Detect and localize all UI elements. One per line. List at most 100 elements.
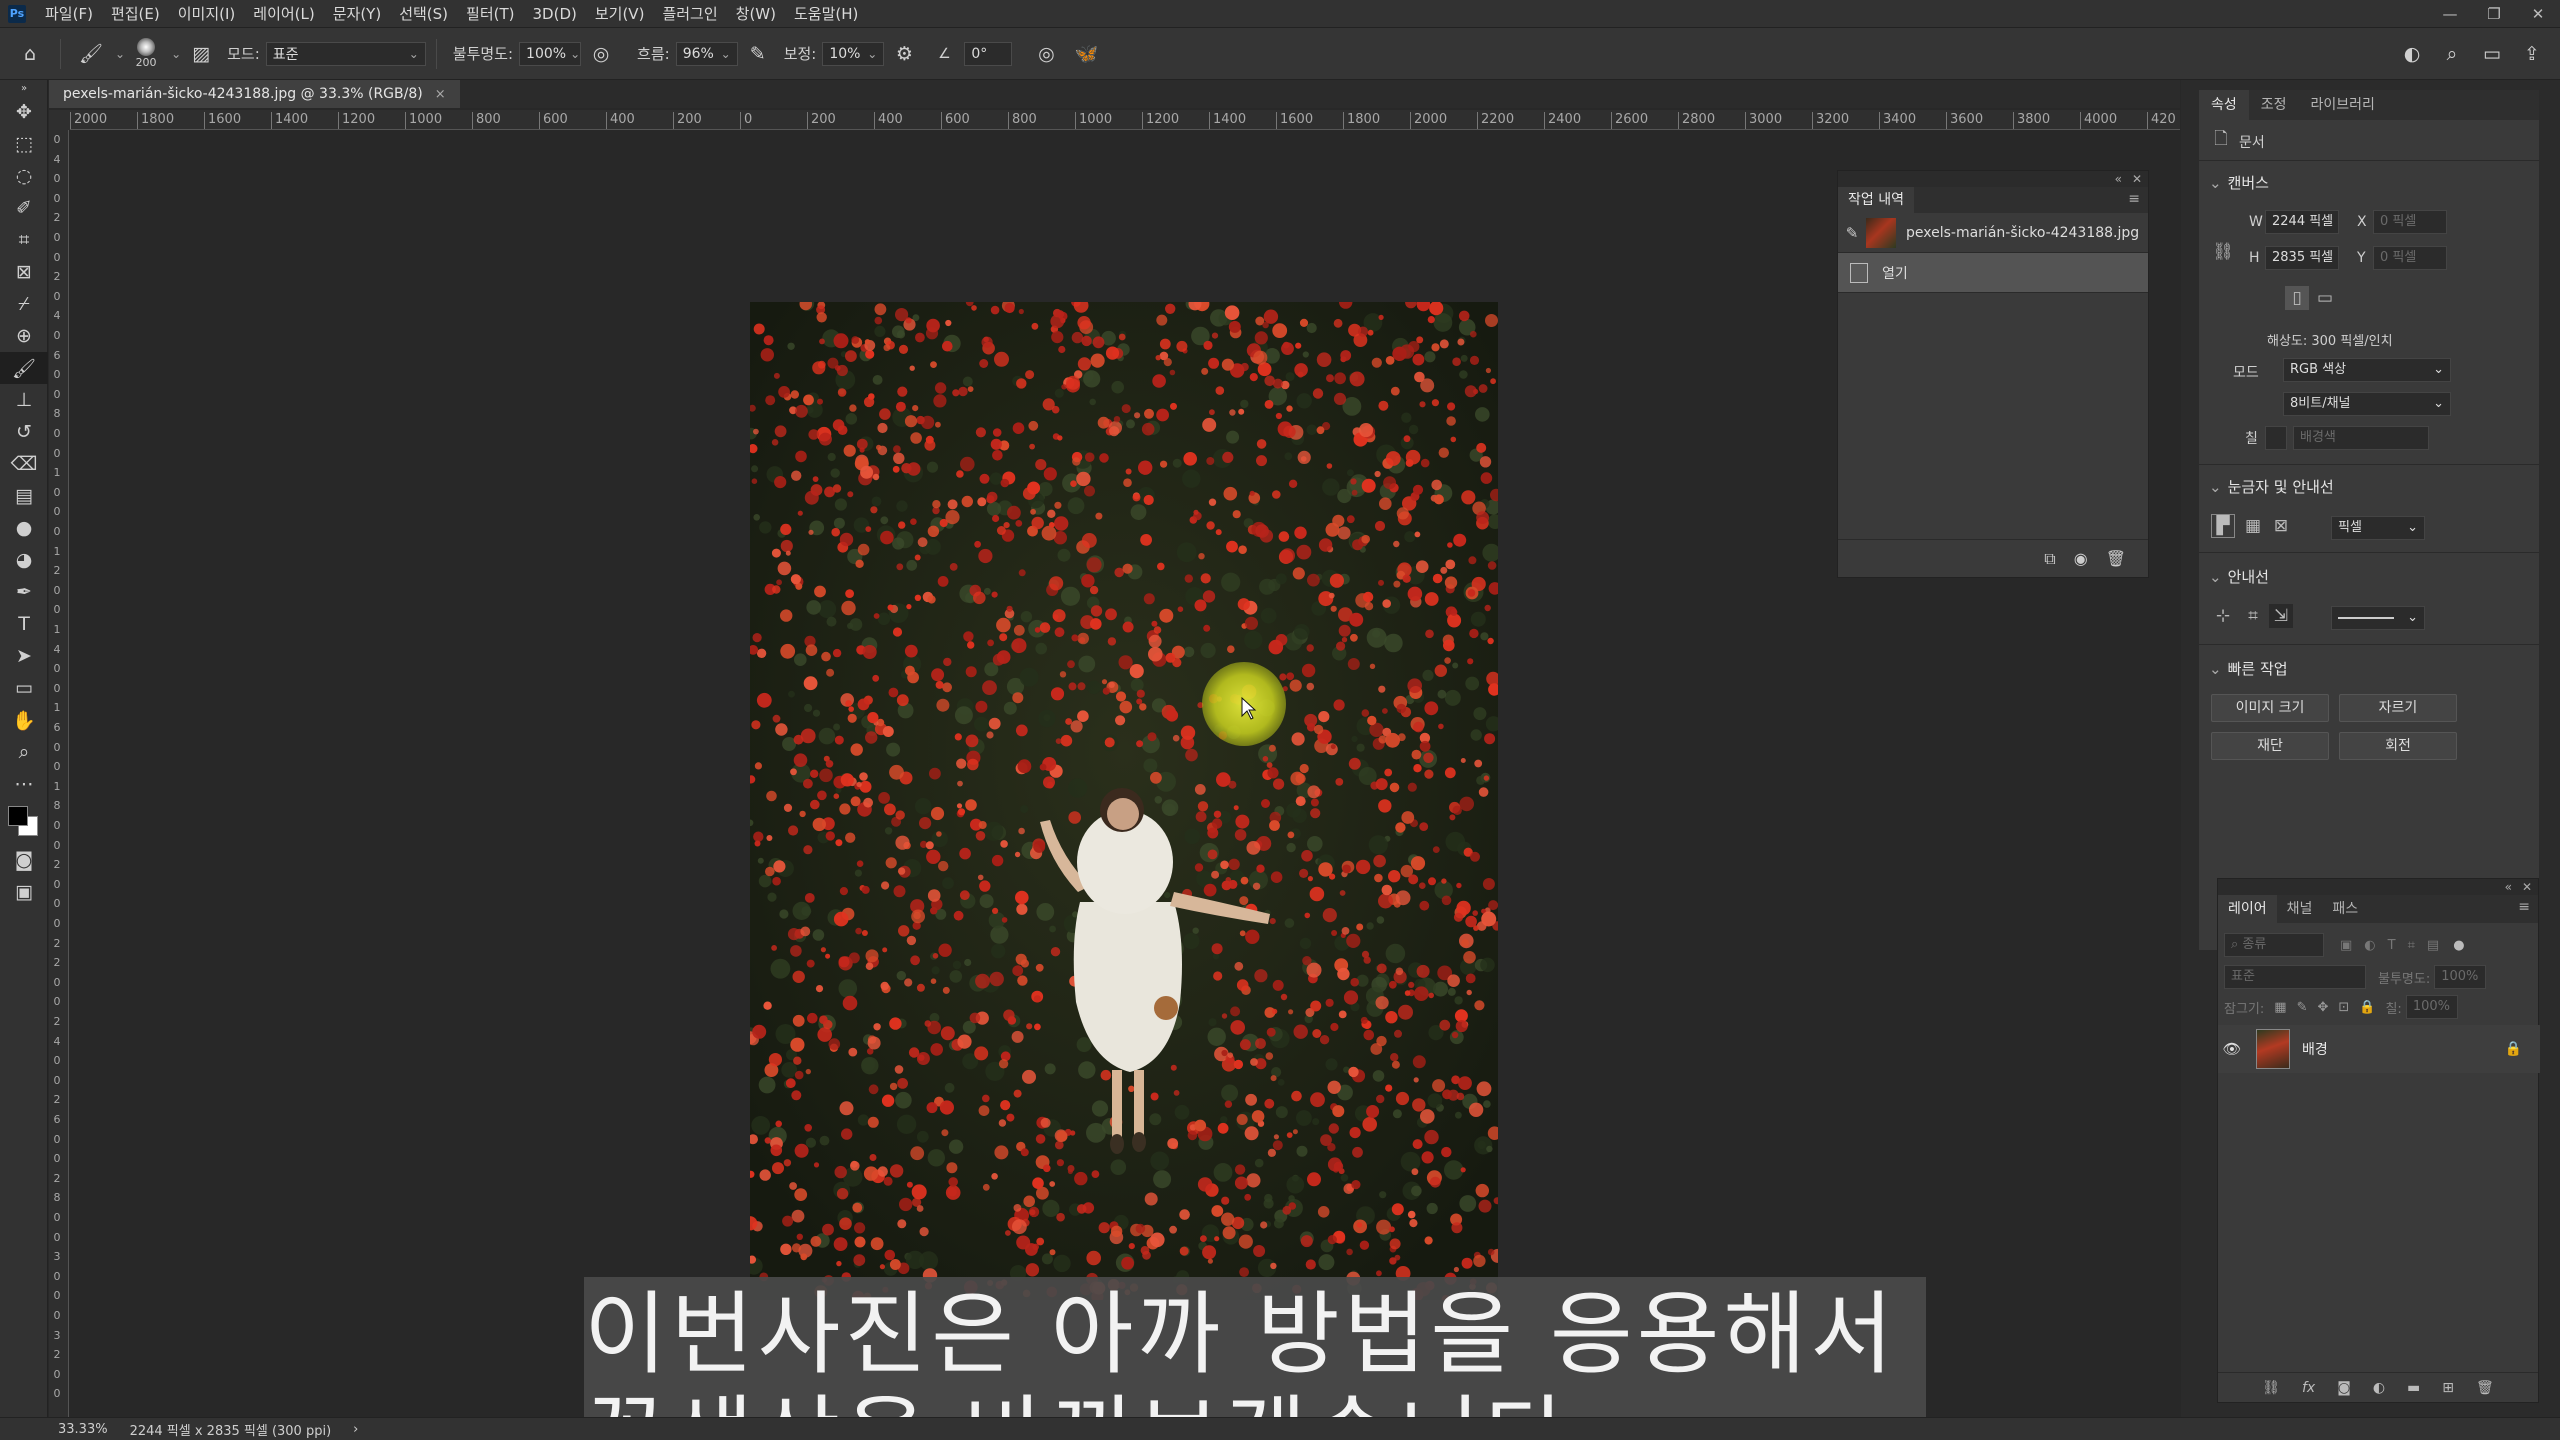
smoothing-input[interactable]: 10% ⌄: [822, 41, 885, 66]
layer-fill-input[interactable]: 100%: [2405, 995, 2458, 1019]
restore-button[interactable]: ❐: [2472, 0, 2516, 28]
pressure-size-icon[interactable]: ◎: [1032, 40, 1060, 68]
zoom-level[interactable]: 33.33%: [58, 1422, 108, 1437]
new-document-from-state-icon[interactable]: ⧉: [2044, 549, 2055, 569]
pixel-grid-icon[interactable]: ⊠: [2269, 514, 2293, 538]
rulers-grids-section-header[interactable]: 눈금자 및 안내선: [2209, 476, 2334, 497]
layer-opacity-input[interactable]: 100%: [2434, 965, 2487, 989]
portrait-orientation-icon[interactable]: ▯: [2285, 286, 2309, 310]
eyedropper-tool-icon[interactable]: ⌿: [0, 288, 48, 320]
ruler-icon[interactable]: ▛: [2211, 514, 2235, 538]
chevron-down-icon[interactable]: ⌄: [171, 47, 181, 61]
path-select-tool-icon[interactable]: ➤: [0, 640, 48, 672]
menu-plugins[interactable]: 플러그인: [653, 0, 726, 28]
tab-libraries[interactable]: 라이브러리: [2299, 90, 2387, 120]
menu-window[interactable]: 창(W): [727, 0, 785, 28]
filter-pixel-icon[interactable]: ▣: [2340, 938, 2352, 953]
type-tool-icon[interactable]: T: [0, 608, 48, 640]
opacity-input[interactable]: 100% ⌄: [519, 41, 582, 66]
workspace-icon[interactable]: ▭: [2478, 40, 2506, 68]
eye-icon[interactable]: 👁: [2218, 1040, 2246, 1058]
menu-file[interactable]: 파일(F): [36, 0, 102, 28]
status-menu-arrow-icon[interactable]: ›: [353, 1422, 358, 1437]
crop-button[interactable]: 자르기: [2339, 694, 2457, 722]
horizontal-ruler[interactable]: 2000 1800 1600 1400 1200 1000 800 600 400 200 0 200…: [70, 110, 2180, 130]
pressure-opacity-icon[interactable]: ◎: [587, 40, 615, 68]
quick-actions-section-header[interactable]: 빠른 작업: [2209, 658, 2288, 679]
fill-select[interactable]: 배경색: [2293, 426, 2429, 450]
trim-button[interactable]: 재단: [2211, 732, 2329, 760]
quick-mask-icon[interactable]: ◙: [0, 844, 48, 876]
menu-layer[interactable]: 레이어(L): [244, 0, 323, 28]
new-group-icon[interactable]: ▬: [2407, 1380, 2420, 1396]
tab-channels[interactable]: 채널: [2277, 895, 2323, 923]
angle-input[interactable]: 0°: [964, 41, 1013, 66]
zoom-tool-icon[interactable]: ⌕: [0, 736, 48, 768]
width-input[interactable]: 2244 픽셀: [2265, 210, 2339, 234]
mode-select[interactable]: 표준 ⌄: [265, 41, 426, 66]
new-layer-icon[interactable]: ⊞: [2442, 1380, 2454, 1396]
menu-help[interactable]: 도움말(H): [785, 0, 867, 28]
marquee-tool-icon[interactable]: ⬚: [0, 128, 48, 160]
close-window-button[interactable]: ✕: [2516, 0, 2560, 28]
healing-brush-tool-icon[interactable]: ⊕: [0, 320, 48, 352]
camera-icon[interactable]: ◉: [2074, 549, 2088, 568]
home-icon[interactable]: ⌂: [16, 40, 44, 68]
layer-row-background[interactable]: 👁 배경 🔒: [2218, 1025, 2540, 1073]
link-layers-icon[interactable]: ⛓: [2262, 1380, 2280, 1396]
menu-filter[interactable]: 필터(T): [457, 0, 523, 28]
layer-style-icon[interactable]: fx: [2302, 1380, 2315, 1396]
smart-guides-icon[interactable]: ⇲: [2269, 604, 2293, 628]
menu-select[interactable]: 선택(S): [390, 0, 457, 28]
tab-adjustments[interactable]: 조정: [2249, 90, 2299, 120]
y-input[interactable]: 0 픽셀: [2373, 246, 2447, 270]
menu-view[interactable]: 보기(V): [586, 0, 654, 28]
guide-layout-icon[interactable]: ⌗: [2241, 604, 2265, 628]
blend-mode-select[interactable]: 표준: [2224, 965, 2366, 989]
panel-menu-icon[interactable]: ≡: [2128, 191, 2140, 207]
gradient-tool-icon[interactable]: ▤: [0, 480, 48, 512]
fill-swatch[interactable]: [2265, 426, 2287, 450]
crop-tool-icon[interactable]: ⌗: [0, 224, 48, 256]
history-step-row[interactable]: 열기: [1838, 253, 2148, 293]
lock-position-icon[interactable]: ✥: [2317, 1000, 2328, 1015]
layer-filter-select[interactable]: ⌕ 종류: [2224, 933, 2324, 957]
rotate-button[interactable]: 회전: [2339, 732, 2457, 760]
share-icon[interactable]: ◐: [2398, 40, 2426, 68]
symmetry-icon[interactable]: 🦋: [1072, 40, 1100, 68]
tab-layers[interactable]: 레이어: [2218, 895, 2277, 923]
menu-edit[interactable]: 편집(E): [102, 0, 169, 28]
brush-tool-icon[interactable]: 🖌: [77, 40, 105, 68]
pen-tool-icon[interactable]: ✒: [0, 576, 48, 608]
vertical-ruler[interactable]: 0 4 0 0 2 0 0 2 0 4 0 6 0 0 8 0 0 1 0 0 0 1 2 0 0 1 4 0 0 1 6 0 0 1 8 0 0 2 0 0…: [49, 130, 69, 1417]
filter-smart-object-icon[interactable]: ▤: [2427, 938, 2439, 953]
search-icon[interactable]: ⌕: [2438, 40, 2466, 68]
ruler-origin[interactable]: [49, 110, 70, 130]
filter-adjustment-icon[interactable]: ◐: [2364, 938, 2375, 953]
close-tab-icon[interactable]: ×: [435, 87, 446, 102]
filter-type-icon[interactable]: T: [2388, 938, 2396, 953]
tab-history[interactable]: 작업 내역: [1838, 187, 1914, 213]
rectangle-tool-icon[interactable]: ▭: [0, 672, 48, 704]
color-mode-select[interactable]: RGB 색상 ⌄: [2283, 358, 2451, 382]
adjustment-layer-icon[interactable]: ◐: [2373, 1380, 2385, 1396]
close-icon[interactable]: ✕: [2522, 880, 2532, 894]
toolbar-grip[interactable]: »: [0, 80, 48, 96]
collapse-icon[interactable]: «: [2505, 880, 2512, 894]
filter-shape-icon[interactable]: ⌗: [2408, 938, 2415, 953]
color-swatches[interactable]: [0, 800, 48, 844]
brush-tool-icon[interactable]: 🖌: [0, 352, 48, 384]
bit-depth-select[interactable]: 8비트/채널 ⌄: [2283, 392, 2451, 416]
move-tool-icon[interactable]: ✥: [0, 96, 48, 128]
chevron-down-icon[interactable]: ⌄: [115, 47, 125, 61]
panel-menu-icon[interactable]: ≡: [2518, 899, 2530, 915]
canvas-image[interactable]: [750, 302, 1498, 1300]
guide-color-select[interactable]: ⌄: [2331, 606, 2425, 630]
tab-paths[interactable]: 패스: [2322, 895, 2368, 923]
menu-image[interactable]: 이미지(I): [169, 0, 245, 28]
trash-icon[interactable]: 🗑: [2476, 1380, 2494, 1396]
grid-icon[interactable]: ▦: [2241, 514, 2265, 538]
flow-input[interactable]: 96% ⌄: [675, 41, 738, 66]
gear-icon[interactable]: ⚙: [890, 40, 918, 68]
frame-tool-icon[interactable]: ⊠: [0, 256, 48, 288]
